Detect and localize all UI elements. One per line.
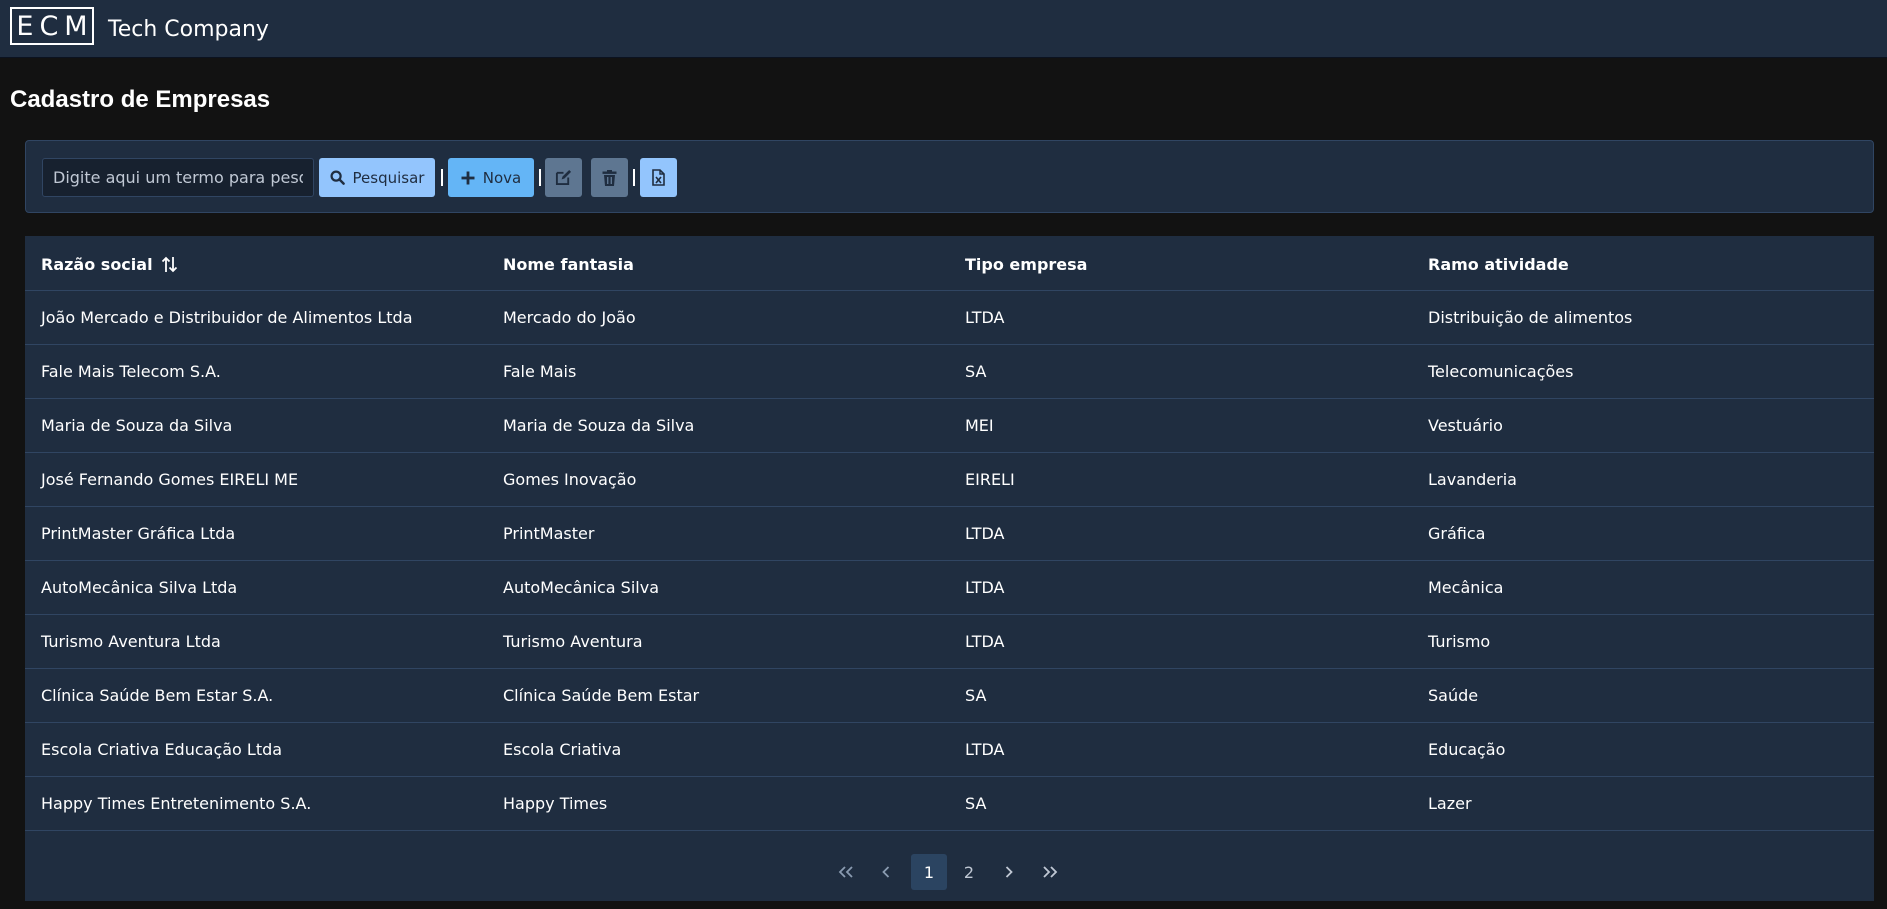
cell-ramo-atividade: Saúde [1428, 686, 1479, 705]
cell-tipo-empresa: MEI [965, 416, 994, 435]
sort-icon[interactable] [161, 256, 178, 273]
search-icon [329, 170, 345, 185]
cell-tipo-empresa: SA [965, 686, 987, 705]
cell-tipo-empresa: LTDA [965, 740, 1005, 759]
cell-ramo-atividade: Lazer [1428, 794, 1472, 813]
page-button-1[interactable]: 1 [911, 854, 947, 890]
cell-razao-social: Turismo Aventura Ltda [41, 632, 221, 651]
cell-razao-social: Maria de Souza da Silva [41, 416, 233, 435]
cell-tipo-empresa: LTDA [965, 632, 1005, 651]
top-navbar: ECM Tech Company [0, 0, 1887, 58]
table-row[interactable]: Fale Mais Telecom S.A. Fale Mais SA Tele… [25, 345, 1874, 399]
toolbar-separator [441, 169, 443, 186]
double-chevron-left-icon [838, 866, 854, 878]
cell-tipo-empresa: SA [965, 362, 987, 381]
cell-ramo-atividade: Vestuário [1428, 416, 1503, 435]
cell-tipo-empresa: EIRELI [965, 470, 1015, 489]
cell-razao-social: Happy Times Entretenimento S.A. [41, 794, 312, 813]
edit-button[interactable] [545, 158, 582, 197]
search-button[interactable]: Pesquisar [319, 158, 435, 197]
cell-nome-fantasia: Fale Mais [503, 362, 577, 381]
previous-page-button[interactable] [868, 854, 904, 890]
double-chevron-right-icon [1042, 866, 1058, 878]
search-input[interactable] [42, 158, 314, 197]
page-button-2[interactable]: 2 [951, 854, 987, 890]
company-logo[interactable]: ECM [10, 7, 94, 45]
cell-tipo-empresa: SA [965, 794, 987, 813]
cell-nome-fantasia: Happy Times [503, 794, 608, 813]
table-row[interactable]: Turismo Aventura Ltda Turismo Aventura L… [25, 615, 1874, 669]
cell-nome-fantasia: AutoMecânica Silva [503, 578, 659, 597]
new-company-button[interactable]: Nova [448, 158, 534, 197]
table-row[interactable]: Clínica Saúde Bem Estar S.A. Clínica Saú… [25, 669, 1874, 723]
column-header-nome-fantasia[interactable]: Nome fantasia [503, 255, 634, 274]
cell-ramo-atividade: Mecânica [1428, 578, 1504, 597]
new-company-button-label: Nova [482, 168, 522, 187]
chevron-right-icon [1005, 866, 1013, 878]
column-header-razao-social[interactable]: Razão social [41, 255, 178, 274]
cell-ramo-atividade: Telecomunicações [1428, 362, 1574, 381]
cell-ramo-atividade: Turismo [1428, 632, 1491, 651]
column-header-label: Razão social [41, 255, 153, 274]
search-button-label: Pesquisar [352, 168, 425, 187]
cell-razao-social: Fale Mais Telecom S.A. [41, 362, 221, 381]
cell-nome-fantasia: Maria de Souza da Silva [503, 416, 695, 435]
toolbar-separator [539, 169, 541, 186]
cell-tipo-empresa: LTDA [965, 308, 1005, 327]
companies-table: Razão social Nome fantasia Tipo empresa … [25, 236, 1874, 901]
cell-razao-social: AutoMecânica Silva Ltda [41, 578, 238, 597]
cell-ramo-atividade: Distribuição de alimentos [1428, 308, 1633, 327]
table-header: Razão social Nome fantasia Tipo empresa … [25, 236, 1874, 291]
table-row[interactable]: Maria de Souza da Silva Maria de Souza d… [25, 399, 1874, 453]
cell-ramo-atividade: Educação [1428, 740, 1506, 759]
cell-nome-fantasia: PrintMaster [503, 524, 595, 543]
cell-nome-fantasia: Gomes Inovação [503, 470, 637, 489]
cell-ramo-atividade: Lavanderia [1428, 470, 1517, 489]
first-page-button[interactable] [828, 854, 864, 890]
delete-button[interactable] [591, 158, 628, 197]
table-row[interactable]: José Fernando Gomes EIRELI ME Gomes Inov… [25, 453, 1874, 507]
cell-razao-social: João Mercado e Distribuidor de Alimentos… [41, 308, 413, 327]
trash-icon [602, 169, 617, 186]
cell-nome-fantasia: Mercado do João [503, 308, 636, 327]
cell-nome-fantasia: Turismo Aventura [503, 632, 643, 651]
page-title: Cadastro de Empresas [10, 86, 271, 113]
table-row[interactable]: AutoMecânica Silva Ltda AutoMecânica Sil… [25, 561, 1874, 615]
export-excel-button[interactable] [640, 158, 677, 197]
column-header-tipo-empresa[interactable]: Tipo empresa [965, 255, 1087, 274]
cell-tipo-empresa: LTDA [965, 524, 1005, 543]
cell-nome-fantasia: Escola Criativa [503, 740, 622, 759]
table-row[interactable]: Happy Times Entretenimento S.A. Happy Ti… [25, 777, 1874, 831]
toolbar-separator [633, 169, 635, 186]
cell-nome-fantasia: Clínica Saúde Bem Estar [503, 686, 700, 705]
plus-icon [461, 171, 475, 185]
excel-file-icon [652, 169, 665, 186]
last-page-button[interactable] [1032, 854, 1068, 890]
table-row[interactable]: Escola Criativa Educação Ltda Escola Cri… [25, 723, 1874, 777]
table-row[interactable]: João Mercado e Distribuidor de Alimentos… [25, 291, 1874, 345]
edit-icon [555, 169, 572, 186]
cell-razao-social: PrintMaster Gráfica Ltda [41, 524, 236, 543]
chevron-left-icon [882, 866, 890, 878]
pagination: 1 2 [25, 840, 1874, 900]
cell-razao-social: Escola Criativa Educação Ltda [41, 740, 283, 759]
cell-razao-social: José Fernando Gomes EIRELI ME [41, 470, 299, 489]
column-header-ramo-atividade[interactable]: Ramo atividade [1428, 255, 1569, 274]
cell-ramo-atividade: Gráfica [1428, 524, 1486, 543]
company-name: Tech Company [108, 17, 269, 42]
cell-tipo-empresa: LTDA [965, 578, 1005, 597]
cell-razao-social: Clínica Saúde Bem Estar S.A. [41, 686, 274, 705]
next-page-button[interactable] [991, 854, 1027, 890]
table-row[interactable]: PrintMaster Gráfica Ltda PrintMaster LTD… [25, 507, 1874, 561]
toolbar: Pesquisar Nova [25, 140, 1874, 213]
